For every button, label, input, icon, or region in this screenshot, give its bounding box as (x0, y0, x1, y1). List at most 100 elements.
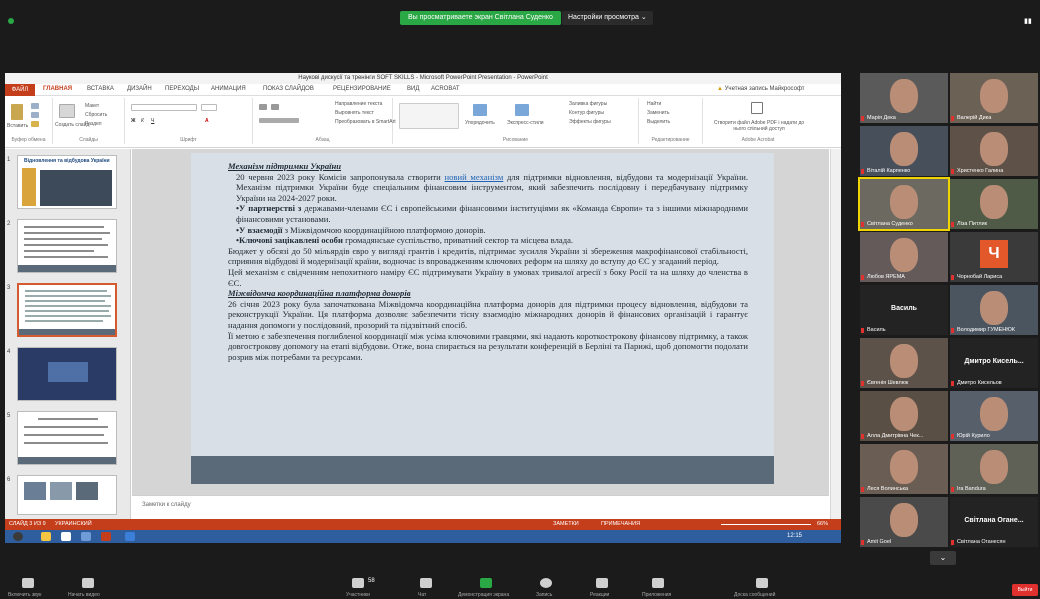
slide-thumbnail-2[interactable] (17, 219, 117, 273)
participant-tile[interactable]: Світлана Огане... Світлана Оганесян (950, 497, 1038, 547)
shape-effects-button[interactable]: Эффекты фигуры (569, 119, 611, 125)
ribbon: Вставить Буфер обмена Создать слайд Маке… (5, 96, 841, 148)
participant-tile[interactable]: Юрій Курило (950, 391, 1038, 441)
comments-button[interactable]: ПРИМЕЧАНИЯ (601, 521, 640, 527)
zoom-app-icon[interactable] (125, 532, 135, 541)
participant-tile[interactable]: Алла Дмитрівна Чек... (860, 391, 948, 441)
participant-tile[interactable]: Валерій Дика (950, 73, 1038, 123)
participant-tile[interactable]: Ліза Питлик (950, 179, 1038, 229)
participant-tile[interactable]: Євгенія Шевлюк (860, 338, 948, 388)
tab-view[interactable]: ВИД (407, 86, 419, 92)
expand-gallery-button[interactable]: ⌄ (930, 551, 956, 565)
smartart-button[interactable]: Преобразовать в SmartArt (335, 119, 396, 125)
font-name-select[interactable] (131, 104, 197, 111)
align-text-button[interactable]: Выровнять текст (335, 110, 374, 116)
participant-tile[interactable]: Віталій Карпенко (860, 126, 948, 176)
reactions-icon[interactable] (596, 578, 608, 588)
current-slide[interactable]: Механізм підтримки України 20 червня 202… (191, 153, 774, 484)
participant-tile[interactable]: Ira Bandura (950, 444, 1038, 494)
pdf-icon[interactable] (751, 102, 763, 114)
participant-tile[interactable]: Марія Дека (860, 73, 948, 123)
thumb-line (24, 244, 108, 246)
language-indicator[interactable]: УКРАИНСКИЙ (55, 521, 92, 527)
participant-tile[interactable]: Дмитро Кисель... Дмитро Кисельов (950, 338, 1038, 388)
tab-animation[interactable]: АНИМАЦИЯ (211, 86, 246, 92)
participant-tile[interactable]: Володимир ГУМЕНЮК (950, 285, 1038, 335)
zoom-slider[interactable] (721, 524, 811, 525)
text-direction-button[interactable]: Направление текста (335, 101, 382, 107)
share-screen-icon[interactable] (480, 578, 492, 588)
participant-tile[interactable]: Леся Волинська (860, 444, 948, 494)
participants-icon[interactable] (352, 578, 364, 588)
slide-thumbnail-5[interactable] (17, 411, 117, 465)
tab-transitions[interactable]: ПЕРЕХОДЫ (165, 86, 199, 92)
numbering-icon[interactable] (271, 104, 279, 110)
tab-acrobat[interactable]: ACROBAT (431, 86, 460, 92)
browser-icon[interactable] (81, 532, 91, 541)
slide-thumbnail-3[interactable] (17, 283, 117, 337)
font-color-button[interactable]: A (205, 118, 209, 124)
participant-tile[interactable]: Христенко Галина (950, 126, 1038, 176)
notes-button[interactable]: ЗАМЕТКИ (553, 521, 579, 527)
leave-button[interactable]: Выйти (1012, 584, 1038, 596)
arrange-icon[interactable] (473, 104, 487, 116)
italic-button[interactable]: К (141, 118, 144, 124)
bold-button[interactable]: Ж (131, 118, 136, 124)
tab-home[interactable]: ГЛАВНАЯ (43, 86, 72, 92)
reset-button[interactable]: Сбросить (85, 112, 107, 118)
video-camera-icon[interactable] (82, 578, 94, 588)
whiteboard-icon[interactable] (756, 578, 768, 588)
explorer-icon[interactable] (41, 532, 51, 541)
shape-fill-button[interactable]: Заливка фигуры (569, 101, 607, 107)
notes-pane[interactable]: Заметки к слайду (132, 495, 829, 517)
replace-button[interactable]: Заменить (647, 110, 669, 116)
align-buttons[interactable] (259, 118, 299, 123)
tab-design[interactable]: ДИЗАЙН (127, 86, 152, 92)
paste-icon[interactable] (11, 104, 23, 120)
start-icon[interactable] (13, 532, 23, 541)
format-painter-icon[interactable] (31, 121, 39, 127)
shield-icon[interactable] (8, 18, 14, 24)
participant-tile[interactable]: Amit Goel (860, 497, 948, 547)
chrome-icon[interactable] (61, 532, 71, 541)
find-button[interactable]: Найти (647, 101, 661, 107)
powerpoint-icon[interactable] (101, 532, 111, 541)
layout-button[interactable]: Макет (85, 103, 99, 109)
section-button[interactable]: Раздел (85, 121, 102, 127)
underline-button[interactable]: Ч (151, 118, 154, 124)
slide-thumbnail-6[interactable] (17, 475, 117, 515)
cut-icon[interactable] (31, 103, 39, 109)
shape-outline-button[interactable]: Контур фигуры (569, 110, 604, 116)
participant-tile[interactable]: Світлана Суденко (858, 177, 950, 231)
slide-thumbnail-1[interactable]: Відновлення та відбудова України (17, 155, 117, 209)
participant-tile[interactable]: Василь Василь (860, 285, 948, 335)
chat-icon[interactable] (420, 578, 432, 588)
slide-thumbnails-pane[interactable]: 1 Відновлення та відбудова України 2 3 4… (5, 149, 131, 519)
shapes-gallery[interactable] (399, 103, 459, 129)
tab-review[interactable]: РЕЦЕНЗИРОВАНИЕ (333, 86, 391, 92)
participant-name: Ira Bandura (957, 486, 986, 492)
participant-video (890, 397, 918, 431)
participant-tile[interactable]: Ч Чорнобай Лариса (950, 232, 1038, 282)
font-size-select[interactable] (201, 104, 217, 111)
copy-icon[interactable] (31, 112, 39, 118)
new-slide-icon[interactable] (59, 104, 75, 118)
tab-slideshow[interactable]: ПОКАЗ СЛАЙДОВ (263, 86, 314, 92)
account-button[interactable]: ▲ Учетная запись Майкрософт (717, 86, 805, 92)
grid-icon[interactable]: ▮▮ (1024, 17, 1034, 25)
quick-styles-icon[interactable] (515, 104, 529, 116)
select-button[interactable]: Выделить (647, 119, 670, 125)
slide-thumbnail-4[interactable] (17, 347, 117, 401)
vertical-scrollbar[interactable] (830, 149, 841, 519)
participant-tile[interactable]: Любов ЯРЕМА (860, 232, 948, 282)
record-icon[interactable] (540, 578, 552, 588)
tab-file[interactable]: ФАЙЛ (5, 84, 35, 96)
microphone-icon[interactable] (22, 578, 34, 588)
new-mechanism-link[interactable]: новий механізм (445, 172, 504, 182)
bullets-icon[interactable] (259, 104, 267, 110)
create-pdf-label[interactable]: Створити файл Adobe PDF і надати до ньог… (707, 120, 811, 132)
tab-insert[interactable]: ВСТАВКА (87, 86, 114, 92)
apps-icon[interactable] (652, 578, 664, 588)
slide-text-box[interactable]: Механізм підтримки України 20 червня 202… (228, 161, 748, 362)
view-options-button[interactable]: Настройки просмотра ⌄ (562, 11, 653, 25)
